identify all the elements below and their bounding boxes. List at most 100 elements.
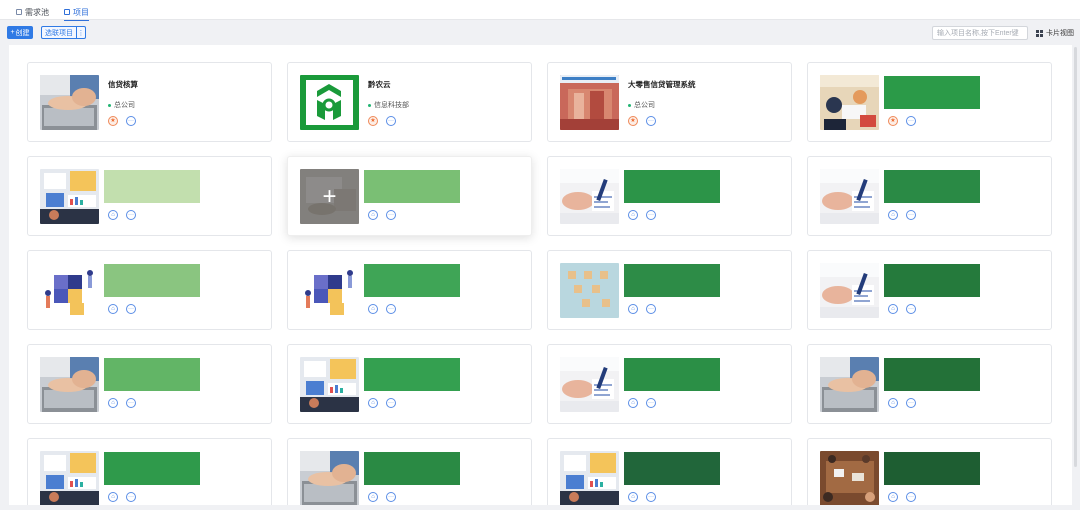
project-thumbnail <box>40 357 99 412</box>
project-card[interactable]: + ⌂ ··· <box>287 156 532 236</box>
project-card[interactable]: ⌂ ··· <box>807 156 1052 236</box>
more-options-icon[interactable]: ··· <box>386 210 396 220</box>
favorite-star-icon[interactable]: ★ <box>108 116 118 126</box>
home-icon[interactable]: ⌂ <box>628 304 638 314</box>
home-icon[interactable]: ⌂ <box>628 210 638 220</box>
home-icon[interactable]: ⌂ <box>628 492 638 502</box>
more-options-icon[interactable]: ··· <box>126 304 136 314</box>
card-actions: ⌂ ··· <box>888 398 916 408</box>
project-card[interactable]: ⌂ ··· <box>547 344 792 424</box>
favorite-star-icon[interactable]: ★ <box>628 116 638 126</box>
home-icon[interactable]: ⌂ <box>368 398 378 408</box>
search-input[interactable] <box>932 26 1028 40</box>
more-options-icon[interactable]: ··· <box>386 398 396 408</box>
project-card[interactable]: 黔农云 信息科技部 ★ ··· <box>287 62 532 142</box>
status-dot-icon <box>628 103 631 107</box>
redacted-project-info <box>364 170 460 203</box>
add-cover-icon[interactable]: + <box>300 169 359 224</box>
home-icon[interactable]: ⌂ <box>108 398 118 408</box>
more-options-icon[interactable]: ··· <box>646 304 656 314</box>
project-card[interactable]: ⌂ ··· <box>27 156 272 236</box>
home-icon[interactable]: ⌂ <box>108 210 118 220</box>
more-options-icon[interactable]: ··· <box>646 492 656 502</box>
project-title[interactable]: 信贷核算 <box>108 79 138 90</box>
favorite-star-icon[interactable]: ★ <box>888 116 898 126</box>
more-options-icon[interactable]: ··· <box>646 210 656 220</box>
org-label: 总公司 <box>114 102 135 109</box>
favorite-star-icon[interactable]: ★ <box>368 116 378 126</box>
card-actions: ⌂ ··· <box>368 304 396 314</box>
project-card-grid: 信贷核算 总公司 ★ ··· 黔农云 信息科技部 ★ ··· 大零售信贷管理系统 总公司 ★ ··· ★… <box>9 45 1072 505</box>
project-filter-select[interactable]: 选联项目 ⋮ <box>41 26 86 39</box>
project-thumbnail <box>40 169 99 224</box>
more-options-icon[interactable]: ··· <box>126 398 136 408</box>
project-card[interactable]: ⌂ ··· <box>27 438 272 505</box>
more-options-icon[interactable]: ··· <box>906 116 916 126</box>
create-button[interactable]: + 创建 <box>7 26 33 39</box>
view-toggle-button[interactable]: 卡片视图 <box>1036 27 1074 39</box>
home-icon[interactable]: ⌂ <box>888 304 898 314</box>
project-thumbnail <box>40 451 99 505</box>
more-options-icon[interactable]: ··· <box>646 398 656 408</box>
scrollbar[interactable] <box>1073 45 1078 505</box>
project-title[interactable]: 黔农云 <box>368 79 391 90</box>
project-card[interactable]: ⌂ ··· <box>287 344 532 424</box>
project-card[interactable]: ⌂ ··· <box>547 438 792 505</box>
project-thumbnail <box>560 451 619 505</box>
more-options-icon[interactable]: ··· <box>386 304 396 314</box>
project-card[interactable]: ⌂ ··· <box>807 438 1052 505</box>
redacted-project-info <box>104 264 200 297</box>
more-options-icon[interactable]: ··· <box>906 304 916 314</box>
project-card[interactable]: ⌂ ··· <box>547 250 792 330</box>
redacted-project-info <box>104 358 200 391</box>
project-card[interactable]: ⌂ ··· <box>807 250 1052 330</box>
edit-icon <box>64 9 70 15</box>
more-options-icon[interactable]: ··· <box>126 116 136 126</box>
project-thumbnail <box>560 357 619 412</box>
project-org: 总公司 <box>628 100 655 110</box>
more-options-icon[interactable]: ··· <box>646 116 656 126</box>
filter-label: 选联项目 <box>45 29 73 37</box>
project-thumbnail <box>300 75 359 130</box>
more-options-icon[interactable]: ··· <box>906 492 916 502</box>
home-icon[interactable]: ⌂ <box>368 210 378 220</box>
redacted-project-info <box>884 264 980 297</box>
home-icon[interactable]: ⌂ <box>888 492 898 502</box>
project-card[interactable]: ⌂ ··· <box>27 344 272 424</box>
project-card[interactable]: ⌂ ··· <box>547 156 792 236</box>
card-actions: ⌂ ··· <box>628 398 656 408</box>
project-card[interactable]: ★ ··· <box>807 62 1052 142</box>
org-label: 总公司 <box>634 102 655 109</box>
redacted-project-info <box>364 264 460 297</box>
project-card[interactable]: 大零售信贷管理系统总公司 ★ ··· <box>547 62 792 142</box>
project-title[interactable]: 大零售信贷管理系统 <box>628 79 696 90</box>
home-icon[interactable]: ⌂ <box>888 398 898 408</box>
more-options-icon[interactable]: ··· <box>386 492 396 502</box>
home-icon[interactable]: ⌂ <box>888 210 898 220</box>
project-thumbnail <box>560 263 619 318</box>
project-thumbnail <box>820 451 879 505</box>
home-icon[interactable]: ⌂ <box>628 398 638 408</box>
more-options-icon[interactable]: ··· <box>386 116 396 126</box>
home-icon[interactable]: ⌂ <box>108 304 118 314</box>
redacted-project-info <box>104 170 200 203</box>
more-options-icon[interactable]: ··· <box>126 492 136 502</box>
scrollbar-thumb[interactable] <box>1074 47 1077 467</box>
project-card[interactable]: ⌂ ··· <box>287 250 532 330</box>
project-card[interactable]: ⌂ ··· <box>287 438 532 505</box>
home-icon[interactable]: ⌂ <box>108 492 118 502</box>
more-options-icon[interactable]: ⋮ <box>76 27 85 38</box>
tab-label: 需求池 <box>25 7 49 17</box>
project-card[interactable]: ⌂ ··· <box>27 250 272 330</box>
home-icon[interactable]: ⌂ <box>368 304 378 314</box>
more-options-icon[interactable]: ··· <box>906 210 916 220</box>
more-options-icon[interactable]: ··· <box>906 398 916 408</box>
redacted-project-info <box>624 170 720 203</box>
redacted-project-info <box>884 170 980 203</box>
project-card[interactable]: 信贷核算总公司 ★ ··· <box>27 62 272 142</box>
home-icon[interactable]: ⌂ <box>368 492 378 502</box>
more-options-icon[interactable]: ··· <box>126 210 136 220</box>
tab-projects[interactable]: 项目 <box>64 6 89 21</box>
project-card[interactable]: ⌂ ··· <box>807 344 1052 424</box>
tab-requirement-pool[interactable]: 需求池 <box>16 6 49 18</box>
